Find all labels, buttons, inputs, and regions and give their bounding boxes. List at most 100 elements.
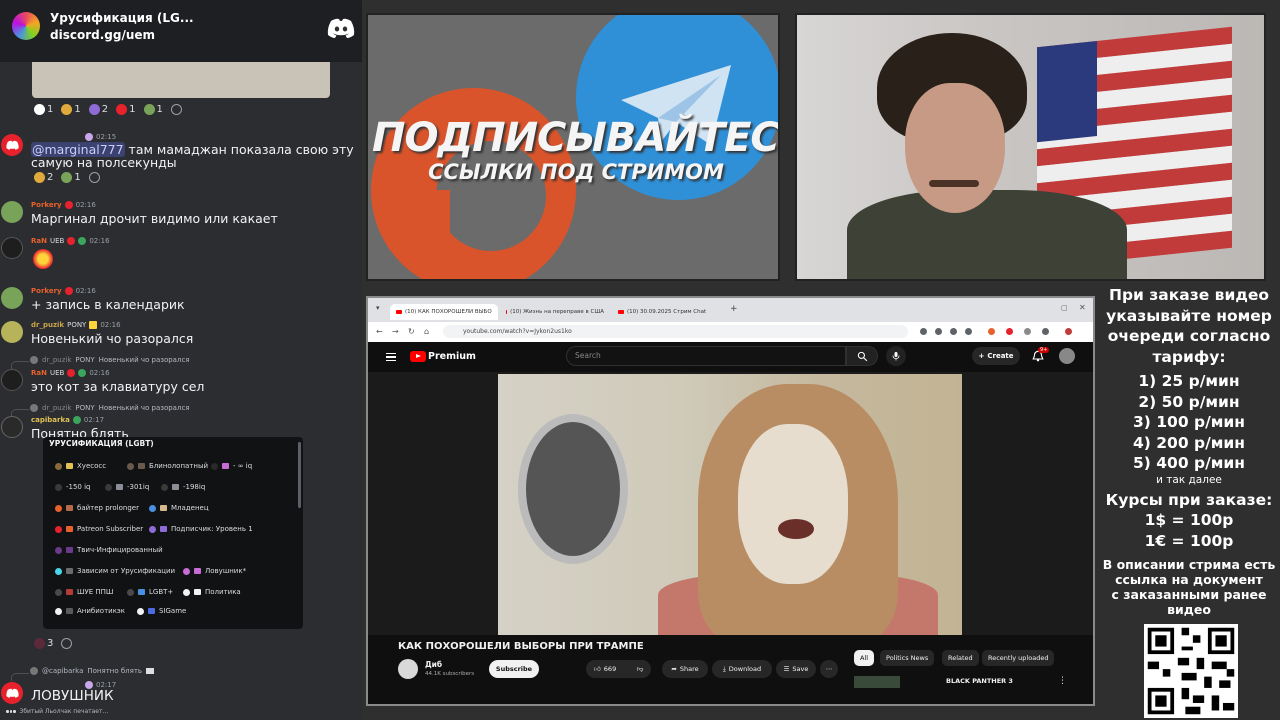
create-button[interactable]: + Create <box>972 347 1020 365</box>
search-input[interactable]: Search <box>566 346 846 366</box>
role-item[interactable]: Младенец <box>149 502 209 514</box>
message-meta: RaN UEB 02:16 <box>31 237 110 245</box>
user-avatar[interactable] <box>1 369 23 391</box>
share-icon: ➦ <box>671 665 677 673</box>
tab-search-icon[interactable]: ▾ <box>376 304 380 312</box>
reaction[interactable]: 2 <box>88 104 108 115</box>
notification-count: 9+ <box>1038 347 1050 353</box>
role-item[interactable]: Анибиотикэк <box>55 605 125 617</box>
chip-politics-news[interactable]: Politics News <box>880 650 935 666</box>
url-input[interactable]: youtube.com/watch?v=Jykon2us1ko <box>443 325 908 338</box>
reload-icon[interactable]: ↻ <box>408 327 415 336</box>
video-player[interactable] <box>368 372 1093 635</box>
reaction[interactable]: 1 <box>143 104 163 115</box>
role-item[interactable]: Patreon Subscriber <box>55 523 143 535</box>
profile-icon[interactable] <box>1065 328 1072 335</box>
reaction[interactable]: 1 <box>116 104 136 115</box>
more-icon[interactable]: ⋮ <box>1058 676 1067 686</box>
subscribe-button[interactable]: Subscribe <box>489 660 539 678</box>
chip-all[interactable]: All <box>854 650 875 666</box>
role-item[interactable]: -198iq <box>161 481 205 493</box>
role-item[interactable]: Подписчик: Уровень 1 <box>149 523 253 535</box>
role-item[interactable]: SIGame <box>137 605 186 617</box>
reaction[interactable]: 2 <box>34 172 53 183</box>
search-button[interactable] <box>846 346 878 366</box>
share-button[interactable]: ➦ Share <box>662 660 708 678</box>
order-info: При заказе видео указывайте номер очеред… <box>1098 285 1280 617</box>
extension-icon[interactable] <box>1024 328 1031 335</box>
role-item[interactable]: Блинолопатный <box>127 460 208 472</box>
role-item[interactable]: байтер prolonger <box>55 502 139 514</box>
discord-avatar-icon[interactable] <box>1 682 23 704</box>
zoom-icon[interactable] <box>920 328 927 335</box>
typing-dots-icon <box>6 710 16 713</box>
reaction[interactable]: 1 <box>61 104 81 115</box>
role-item[interactable]: Твич-Инфицированный <box>55 544 163 556</box>
download-button[interactable]: ⤓ Download <box>712 660 772 678</box>
reaction[interactable]: 1 <box>34 104 53 115</box>
bookmark-star-icon[interactable] <box>965 328 972 335</box>
home-icon[interactable]: ⌂ <box>424 327 429 336</box>
dislike-button[interactable]: 👎︎ <box>629 660 651 678</box>
thumb-down-icon: 👎︎ <box>636 665 644 673</box>
channel-avatar[interactable] <box>398 659 418 679</box>
channel-name[interactable]: Диб <box>425 660 442 669</box>
mic-button[interactable] <box>886 346 906 366</box>
attached-image[interactable] <box>32 62 330 98</box>
recommended-title[interactable]: BLACK PANTHER 3 <box>946 677 1013 685</box>
avatar[interactable] <box>1059 348 1075 364</box>
discord-chat-panel: Урусификация (LG... discord.gg/uem 1 1 2… <box>0 0 362 720</box>
restore-window-icon[interactable]: ▢ <box>1061 304 1068 312</box>
rates-title: Курсы при заказе: <box>1105 490 1273 509</box>
role-item[interactable]: - ∞ iq <box>211 460 252 472</box>
reaction[interactable]: 1 <box>61 172 81 183</box>
reaction[interactable]: 3 <box>34 638 53 649</box>
chip-related[interactable]: Related <box>942 650 979 666</box>
role-item[interactable]: -301iq <box>105 481 149 493</box>
menu-icon[interactable] <box>386 353 396 361</box>
chip-recently-uploaded[interactable]: Recently uploaded <box>982 650 1055 666</box>
browser-tab[interactable]: (10) 30.09.2025 Стрим Chat <box>612 304 722 320</box>
role-item[interactable]: Ловушник* <box>183 565 246 577</box>
server-icon[interactable] <box>12 12 40 40</box>
add-reaction-icon[interactable] <box>61 638 73 649</box>
user-avatar[interactable] <box>1 321 23 343</box>
new-tab-icon[interactable]: + <box>730 304 738 314</box>
role-item[interactable]: Зависим от Урусификации <box>55 565 175 577</box>
extension-icon[interactable] <box>988 328 995 335</box>
forward-icon[interactable]: → <box>392 327 399 336</box>
reply-preview[interactable]: @capibarka Понятно блять <box>30 667 155 675</box>
user-avatar[interactable] <box>1 201 23 223</box>
discord-avatar-icon[interactable] <box>1 134 23 156</box>
role-item[interactable]: ШУЕ ППШ <box>55 586 113 598</box>
add-reaction-icon[interactable] <box>170 104 182 115</box>
reply-preview[interactable]: dr_puzik PONY Новенький чо разорался <box>30 356 190 364</box>
cast-icon[interactable] <box>935 328 942 335</box>
youtube-logo-icon[interactable] <box>410 351 426 362</box>
browser-tab[interactable]: (10) Жизнь на переправе в США <box>500 304 610 320</box>
youtube-header: Premium Search + Create 9+ <box>368 342 1093 372</box>
plus-icon: + <box>978 352 985 360</box>
user-avatar[interactable] <box>1 416 23 438</box>
back-icon[interactable]: ← <box>376 327 383 336</box>
more-actions-button[interactable]: ⋯ <box>820 660 838 678</box>
save-button[interactable]: ☰ Save <box>776 660 816 678</box>
share-page-icon[interactable] <box>950 328 957 335</box>
role-item[interactable]: -150 iq <box>55 481 91 493</box>
user-avatar[interactable] <box>1 287 23 309</box>
reply-preview[interactable]: dr_puzik PONY Новенький чо разорался <box>30 404 190 412</box>
save-icon: ☰ <box>783 665 790 673</box>
role-item[interactable]: LGBT+ <box>127 586 173 598</box>
extensions-puzzle-icon[interactable] <box>1042 328 1049 335</box>
extension-icon[interactable] <box>1006 328 1013 335</box>
add-reaction-icon[interactable] <box>88 172 100 183</box>
video-frame <box>498 374 962 635</box>
recommended-thumbnail[interactable] <box>854 676 900 688</box>
server-invite[interactable]: discord.gg/uem <box>50 28 155 42</box>
close-window-icon[interactable]: ✕ <box>1079 303 1086 312</box>
role-item[interactable]: Хуесосс <box>55 460 106 472</box>
browser-tab[interactable]: (10) КАК ПОХОРОШЕЛИ ВЫБО <box>390 304 498 320</box>
roles-scrollbar[interactable] <box>298 442 301 508</box>
role-item[interactable]: Политика <box>183 586 241 598</box>
user-avatar[interactable] <box>1 237 23 259</box>
